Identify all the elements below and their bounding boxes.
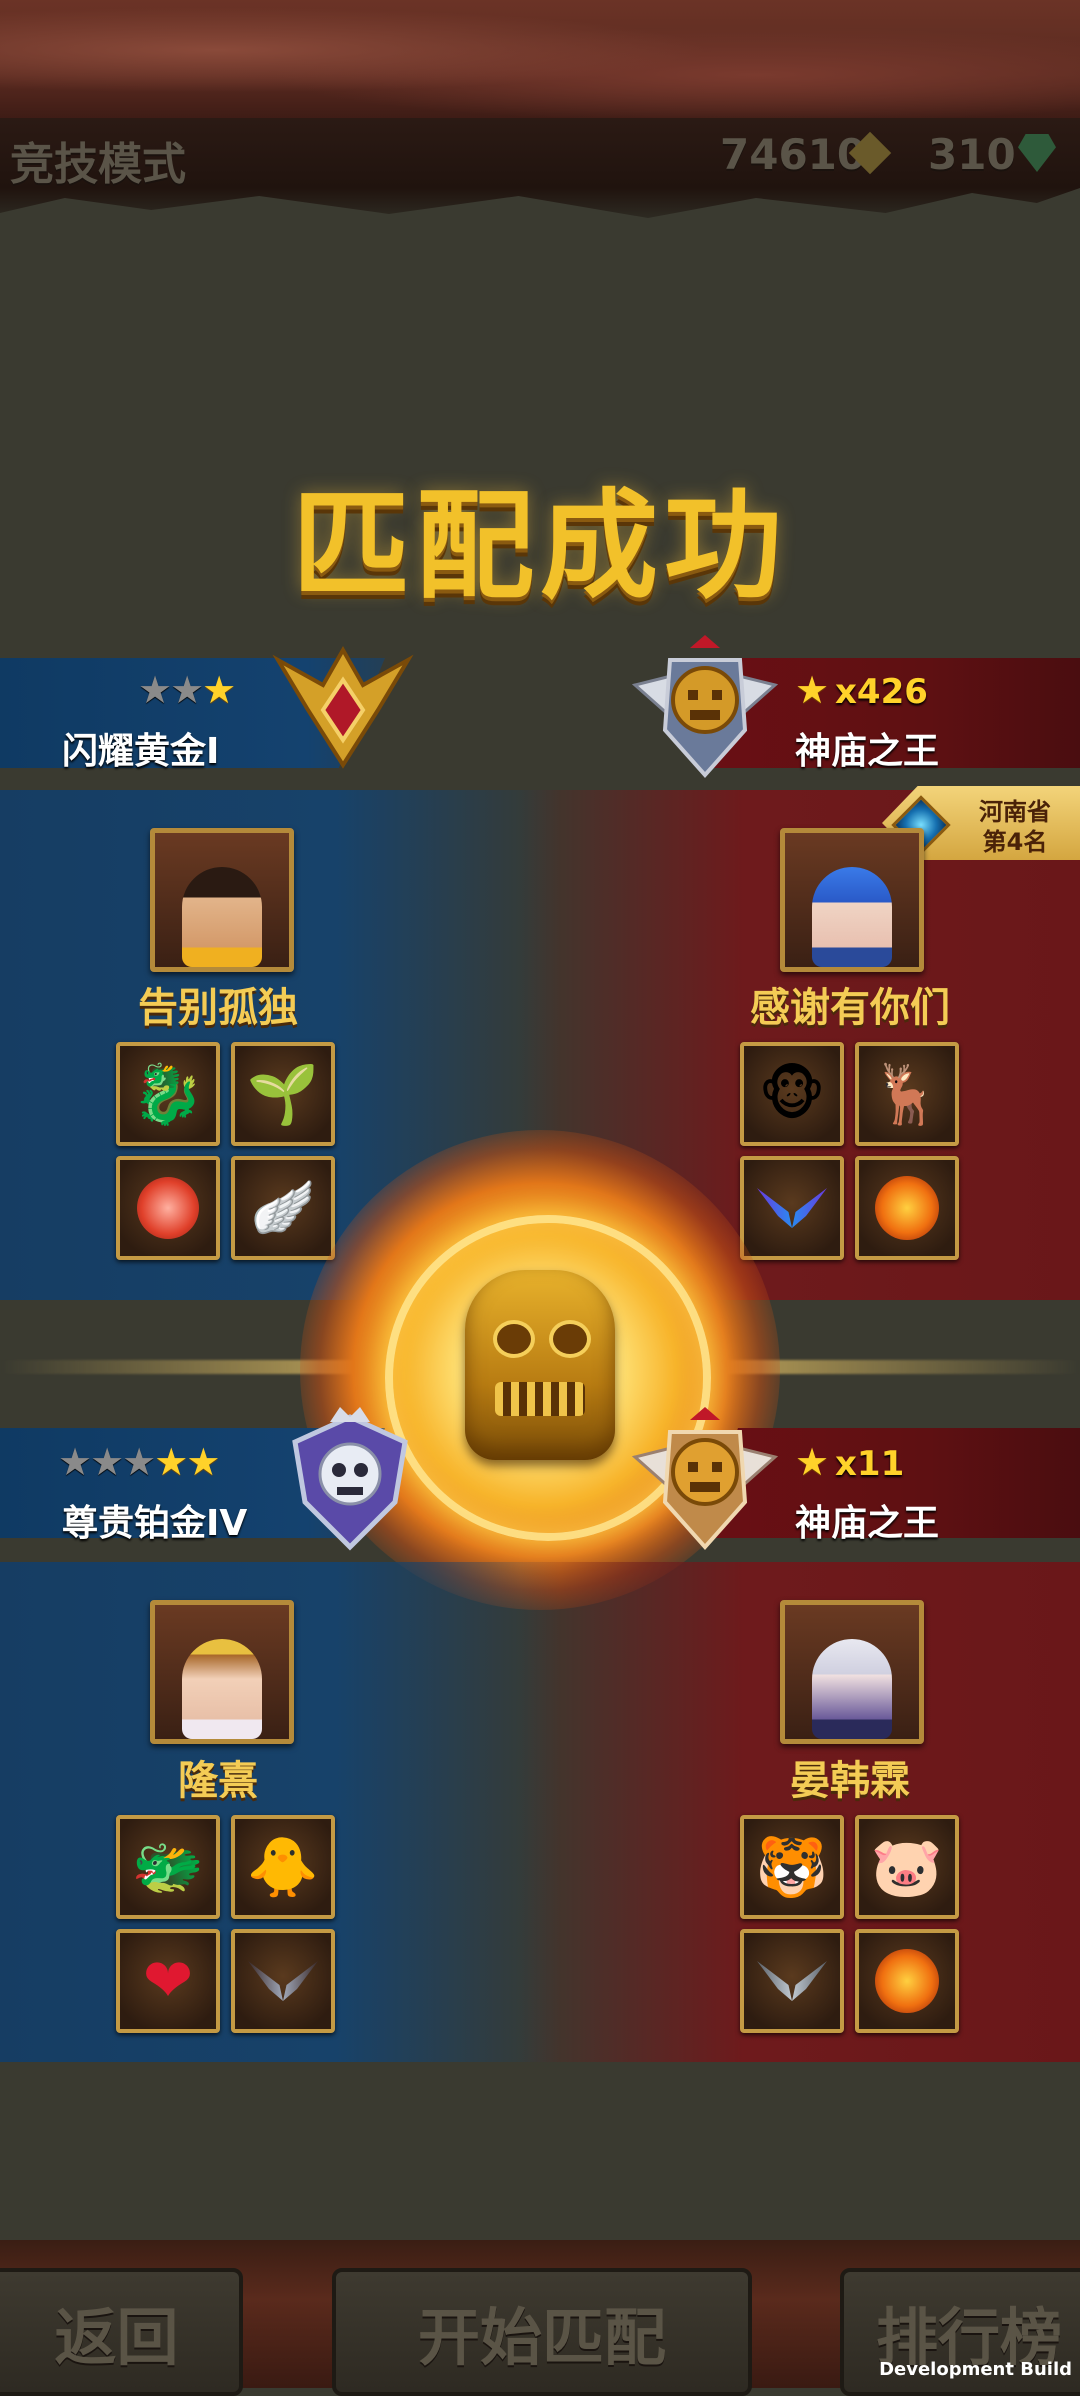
pink-pet-icon: 🐷 xyxy=(855,1815,959,1919)
left-rank-stars-1: ★★★ xyxy=(138,668,236,712)
plant-pet-icon: 🌱 xyxy=(231,1042,335,1146)
right-rank-name-2: 神庙之王 xyxy=(795,1503,940,1544)
star-filled-icon: ★ xyxy=(154,1440,188,1484)
silver-wings-icon: 🪽 xyxy=(231,1156,335,1260)
idol-eye-right xyxy=(549,1320,591,1358)
start-match-button[interactable]: 开始匹配 xyxy=(332,2268,752,2396)
player-name: 隆熹 xyxy=(178,1758,258,1804)
hero-portrait xyxy=(182,1639,262,1739)
top-rock-texture xyxy=(0,0,1080,125)
fire-lion-orb-icon xyxy=(855,1929,959,2033)
dev-build-label: Development Build xyxy=(879,2359,1072,2380)
mode-title: 竞技模式 xyxy=(10,139,186,190)
gold-rank-badge-icon xyxy=(268,640,418,770)
gray-wings-icon xyxy=(740,1929,844,2033)
player-avatar[interactable] xyxy=(150,1600,294,1744)
right-star-count-2: x11 xyxy=(835,1444,905,1484)
pink-orb-icon xyxy=(116,1156,220,1260)
idol-eye-left xyxy=(493,1320,535,1358)
temple-king-badge-icon xyxy=(630,1407,780,1551)
star-empty-icon: ★ xyxy=(58,1440,92,1484)
red-dragon-mount-icon: 🐲 xyxy=(116,1815,220,1919)
platinum-rank-badge-icon xyxy=(275,1407,425,1551)
right-rank-star-1: ★ xyxy=(795,668,829,712)
right-rank-name-1: 神庙之王 xyxy=(795,731,940,772)
back-button[interactable]: 返回 xyxy=(0,2268,243,2396)
white-deer-icon: 🦌 xyxy=(855,1042,959,1146)
star-empty-icon: ★ xyxy=(122,1440,156,1484)
right-star-count-1: x426 xyxy=(835,672,928,712)
red-heart-orb-icon: ❤ xyxy=(116,1929,220,2033)
golden-pet-icon: 🐥 xyxy=(231,1815,335,1919)
player-avatar[interactable] xyxy=(780,1600,924,1744)
hero-portrait xyxy=(812,867,892,967)
tiger-pet-icon: 🐯 xyxy=(740,1815,844,1919)
golden-idol-icon xyxy=(465,1270,615,1460)
right-rank-star-2: ★ xyxy=(795,1440,829,1484)
star-filled-icon: ★ xyxy=(795,1440,829,1484)
left-rank-stars-2: ★★★★★ xyxy=(58,1440,220,1484)
player-name: 晏韩霖 xyxy=(790,1758,910,1804)
idol-mouth xyxy=(495,1382,585,1416)
hero-portrait xyxy=(812,1639,892,1739)
monkey-pet-icon: 🐵 xyxy=(740,1042,844,1146)
star-filled-icon: ★ xyxy=(186,1440,220,1484)
purple-wings-icon xyxy=(740,1156,844,1260)
temple-king-badge-icon xyxy=(630,635,780,779)
fire-lion-orb-icon xyxy=(855,1156,959,1260)
player-name: 告别孤独 xyxy=(138,985,298,1031)
hero-portrait xyxy=(182,867,262,967)
province-rank: 第4名 xyxy=(982,828,1048,856)
player-avatar[interactable] xyxy=(780,828,924,972)
dark-wings-icon xyxy=(231,1929,335,2033)
star-empty-icon: ★ xyxy=(90,1440,124,1484)
star-empty-icon: ★ xyxy=(138,668,172,712)
star-empty-icon: ★ xyxy=(170,668,204,712)
dragon-mount-icon: 🐉 xyxy=(116,1042,220,1146)
coin-count: 74610 xyxy=(720,130,867,179)
match-success-title: 匹配成功 xyxy=(291,477,788,615)
star-filled-icon: ★ xyxy=(202,668,236,712)
player-avatar[interactable] xyxy=(150,828,294,972)
star-filled-icon: ★ xyxy=(795,668,829,712)
gem-count: 310 xyxy=(928,130,1016,179)
left-rank-name-2: 尊贵铂金IV xyxy=(62,1503,248,1544)
left-rank-name-1: 闪耀黄金I xyxy=(62,731,220,772)
player-name: 感谢有你们 xyxy=(750,985,950,1031)
